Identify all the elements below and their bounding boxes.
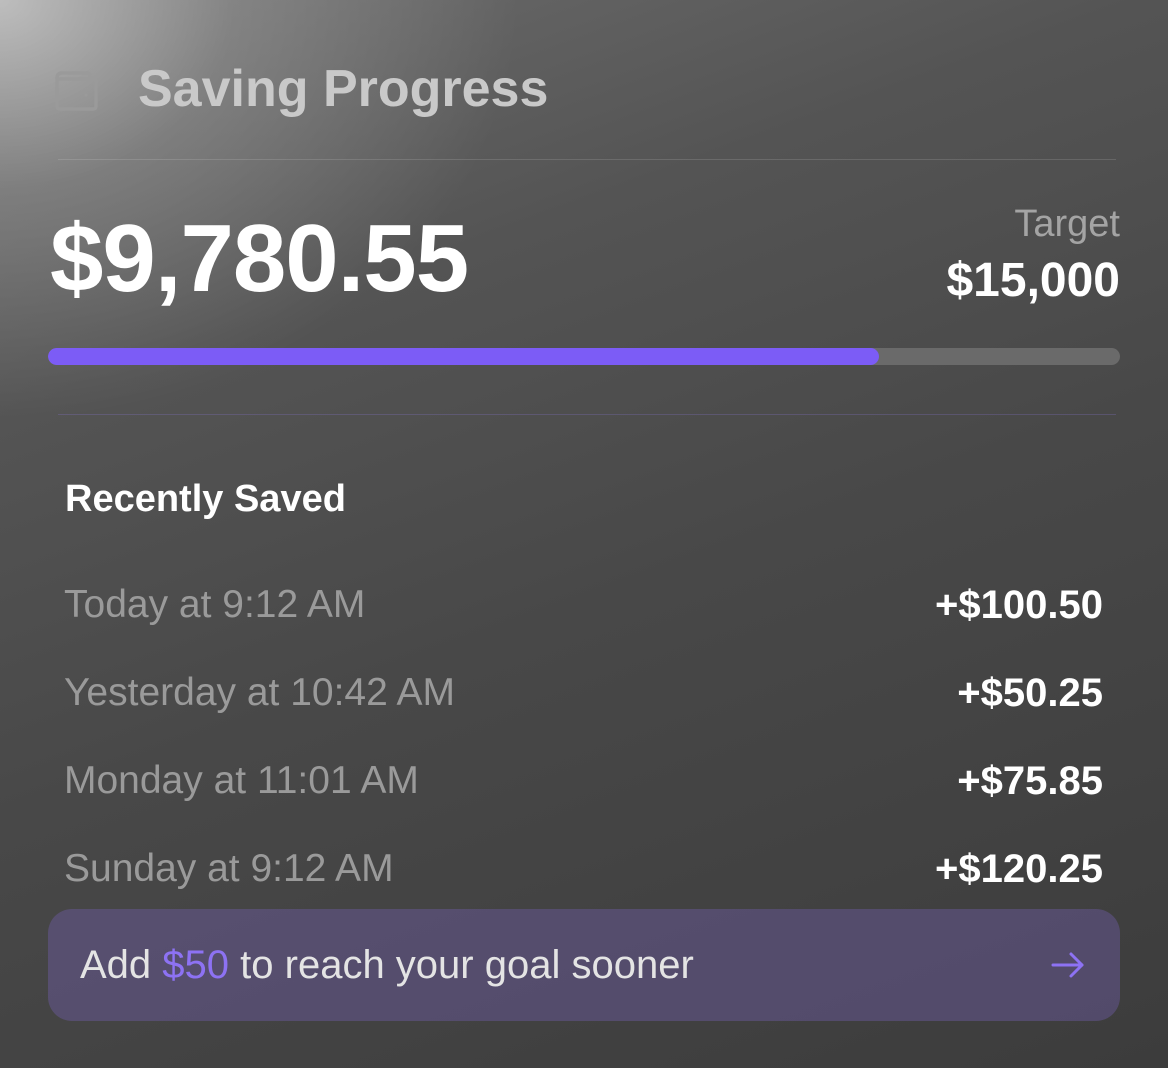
recently-saved-heading: Recently Saved	[65, 478, 346, 520]
list-item: Sunday at 9:12 AM +$120.25	[64, 825, 1103, 913]
list-item-time: Yesterday at 10:42 AM	[64, 671, 455, 714]
list-item: Today at 9:12 AM +$100.50	[64, 561, 1103, 649]
page-title: Saving Progress	[138, 60, 549, 118]
list-item-time: Sunday at 9:12 AM	[64, 847, 394, 890]
wallet-icon	[52, 65, 100, 113]
list-item-time: Today at 9:12 AM	[64, 583, 366, 626]
target-block: Target $15,000	[946, 200, 1120, 312]
saved-amount: $9,780.55	[50, 205, 469, 312]
cta-highlight-amount: $50	[162, 943, 230, 987]
header-divider	[58, 159, 1116, 160]
list-item-amount: +$50.25	[957, 671, 1103, 715]
cta-text: Add $50 to reach your goal sooner	[80, 940, 694, 990]
list-item-amount: +$100.50	[935, 583, 1103, 627]
list-item-amount: +$120.25	[935, 847, 1103, 891]
section-divider	[58, 414, 1116, 415]
progress-fill	[48, 348, 879, 365]
saving-progress-card: Saving Progress $9,780.55 Target $15,000…	[0, 0, 1168, 1072]
list-item: Yesterday at 10:42 AM +$50.25	[64, 649, 1103, 737]
list-item: Monday at 11:01 AM +$75.85	[64, 737, 1103, 825]
list-item-amount: +$75.85	[957, 759, 1103, 803]
progress-bar	[48, 348, 1120, 365]
target-label: Target	[1014, 203, 1120, 245]
recent-savings-list: Today at 9:12 AM +$100.50 Yesterday at 1…	[64, 561, 1103, 913]
list-item-time: Monday at 11:01 AM	[64, 759, 419, 802]
arrow-right-icon	[1048, 945, 1088, 985]
add-savings-button[interactable]: Add $50 to reach your goal sooner	[48, 909, 1120, 1021]
target-value: $15,000	[946, 254, 1120, 307]
cta-suffix: to reach your goal sooner	[229, 943, 694, 987]
cta-prefix: Add	[80, 943, 163, 987]
card-header: Saving Progress	[52, 56, 548, 122]
